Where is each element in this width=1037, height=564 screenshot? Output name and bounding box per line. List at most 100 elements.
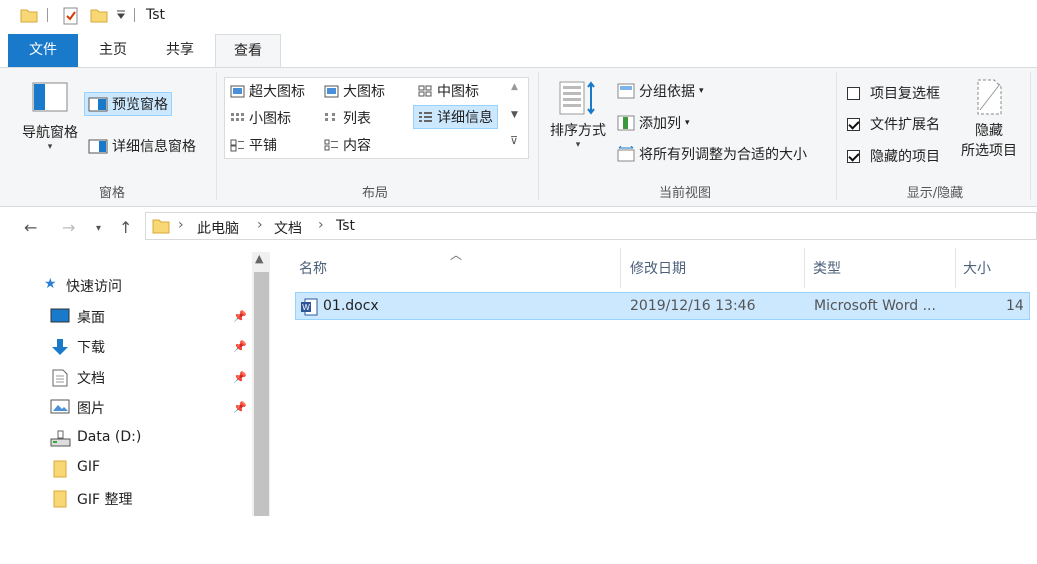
layout-large-icons[interactable]: 大图标 (324, 81, 385, 101)
nav-item-pictures[interactable]: 图片 📌 (0, 393, 252, 421)
hide-selected-label-line1: 隐藏 (975, 123, 1003, 139)
column-header-modified[interactable]: 修改日期 (630, 258, 686, 278)
navigation-pane-icon (32, 82, 68, 112)
layout-small-label: 小图标 (249, 111, 291, 127)
chevron-down-icon: ▾ (47, 142, 53, 152)
recent-locations-chevron-icon[interactable]: ▾ (96, 223, 101, 234)
star-icon: ★ (44, 276, 57, 292)
tab-view[interactable]: 查看 (215, 34, 281, 68)
group-by-button[interactable]: 分组依据 ▾ (617, 81, 704, 101)
breadcrumb-chevron-icon[interactable]: › (257, 217, 263, 233)
file-name: 01.docx (323, 298, 379, 314)
small-icons-icon (231, 112, 244, 121)
nav-quick-access[interactable]: ★ 快速访问 (0, 271, 252, 299)
column-header-type[interactable]: 类型 (813, 258, 841, 278)
folder-icon (152, 219, 170, 234)
breadcrumb-chevron-icon[interactable]: › (318, 217, 324, 233)
nav-item-desktop[interactable]: 桌面 📌 (0, 302, 252, 330)
layout-details[interactable]: 详细信息 (413, 105, 498, 129)
add-column-icon (617, 115, 635, 131)
navigation-pane-button[interactable]: 导航窗格 ▾ (18, 82, 82, 152)
ribbon: 导航窗格 ▾ 预览窗格 详细信息窗格 窗格 超大图标 大图标 中图标 小图标 列… (0, 67, 1037, 207)
layout-medium-label: 中图标 (437, 84, 479, 100)
pin-icon[interactable]: 📌 (233, 340, 247, 353)
nav-item-label: 文档 (77, 371, 105, 387)
layout-extra-large-label: 超大图标 (249, 84, 305, 100)
layout-large-label: 大图标 (343, 84, 385, 100)
breadcrumb-this-pc[interactable]: 此电脑 (197, 218, 239, 238)
file-extensions-checkbox[interactable] (847, 117, 860, 131)
breadcrumb-documents[interactable]: 文档 (274, 218, 302, 238)
nav-item-gif[interactable]: GIF (0, 454, 252, 482)
forward-arrow-icon[interactable]: → (62, 218, 75, 237)
gallery-scroll-down-icon[interactable]: ▼ (511, 110, 518, 120)
toolbar-separator (47, 8, 48, 22)
nav-item-label: 桌面 (77, 310, 105, 326)
folder-icon (53, 460, 67, 478)
chevron-down-icon: ▾ (685, 118, 690, 128)
item-checkboxes-checkbox[interactable] (847, 86, 860, 100)
gallery-scroll-up-icon[interactable]: ▲ (511, 82, 518, 92)
pin-icon[interactable]: 📌 (233, 401, 247, 414)
nav-item-gif-organize[interactable]: GIF 整理 (0, 484, 252, 512)
size-all-columns-label: 将所有列调整为合适的大小 (639, 147, 807, 163)
file-list-pane: ︿ 名称 修改日期 类型 大小 W 01.docx 2019/12/16 13:… (272, 246, 1037, 516)
pin-icon[interactable]: 📌 (233, 310, 247, 323)
navigation-pane-label: 导航窗格 (22, 125, 78, 141)
nav-item-downloads[interactable]: 下载 📌 (0, 332, 252, 360)
back-arrow-icon[interactable]: ← (24, 218, 37, 237)
tab-file[interactable]: 文件 (8, 34, 78, 67)
layout-medium-icons[interactable]: 中图标 (418, 81, 479, 101)
up-arrow-icon[interactable]: ↑ (119, 218, 132, 237)
column-divider[interactable] (620, 248, 621, 288)
breadcrumb-chevron-icon[interactable]: › (178, 217, 184, 233)
sort-ascending-icon: ︿ (450, 248, 463, 262)
size-all-columns-button[interactable]: 将所有列调整为合适的大小 (617, 144, 807, 164)
sort-by-icon (559, 81, 595, 115)
chevron-down-icon: ▾ (699, 86, 704, 96)
details-pane-icon (88, 139, 108, 153)
layout-list[interactable]: 列表 (324, 108, 371, 128)
layout-tiles[interactable]: 平铺 (230, 135, 277, 155)
scrollbar-thumb[interactable] (254, 272, 269, 516)
tab-share[interactable]: 共享 (148, 34, 212, 67)
item-checkboxes-toggle[interactable]: 项目复选框 (847, 83, 940, 103)
nav-item-label: 图片 (77, 401, 105, 417)
customize-toolbar-icon[interactable] (116, 10, 126, 20)
column-header-size[interactable]: 大小 (963, 258, 991, 278)
sort-by-button[interactable]: 排序方式 ▾ (545, 80, 611, 150)
tab-home[interactable]: 主页 (82, 34, 144, 67)
hidden-items-checkbox[interactable] (847, 149, 860, 163)
navigation-bar: ← → ▾ ↑ › 此电脑 › 文档 › Tst (0, 210, 1037, 244)
folder-icon (20, 9, 38, 23)
gallery-expand-icon[interactable]: ⊽ (510, 134, 518, 147)
add-column-button[interactable]: 添加列 ▾ (617, 113, 690, 133)
list-icon (325, 112, 335, 121)
hidden-items-toggle[interactable]: 隐藏的项目 (847, 146, 940, 166)
scroll-up-arrow-icon[interactable]: ▲ (255, 252, 263, 265)
toolbar-separator (134, 8, 135, 22)
preview-pane-button[interactable]: 预览窗格 (84, 92, 172, 116)
column-divider[interactable] (955, 248, 956, 288)
sort-by-label: 排序方式 (550, 123, 606, 139)
nav-item-data-drive[interactable]: Data (D:) (0, 424, 252, 452)
layout-extra-large-icons[interactable]: 超大图标 (230, 81, 305, 101)
hide-selected-items-button[interactable]: 隐藏 所选项目 (954, 78, 1024, 160)
column-divider[interactable] (804, 248, 805, 288)
file-extensions-toggle[interactable]: 文件扩展名 (847, 114, 940, 134)
properties-icon[interactable] (62, 7, 80, 25)
layout-group-label: 布局 (361, 186, 388, 201)
layout-content[interactable]: 内容 (324, 135, 371, 155)
pin-icon[interactable]: 📌 (233, 371, 247, 384)
new-folder-icon[interactable] (90, 7, 108, 23)
preview-pane-label: 预览窗格 (112, 97, 168, 113)
details-pane-button[interactable]: 详细信息窗格 (88, 134, 196, 158)
column-header-name[interactable]: 名称 (299, 258, 327, 278)
pictures-icon (50, 399, 70, 414)
breadcrumb-current[interactable]: Tst (336, 218, 355, 234)
table-row[interactable]: W 01.docx 2019/12/16 13:46 Microsoft Wor… (295, 292, 1030, 320)
nav-item-documents[interactable]: 文档 📌 (0, 363, 252, 391)
hidden-items-label: 隐藏的项目 (870, 149, 940, 165)
layout-small-icons[interactable]: 小图标 (230, 108, 291, 128)
address-bar[interactable]: › 此电脑 › 文档 › Tst (145, 212, 1037, 240)
